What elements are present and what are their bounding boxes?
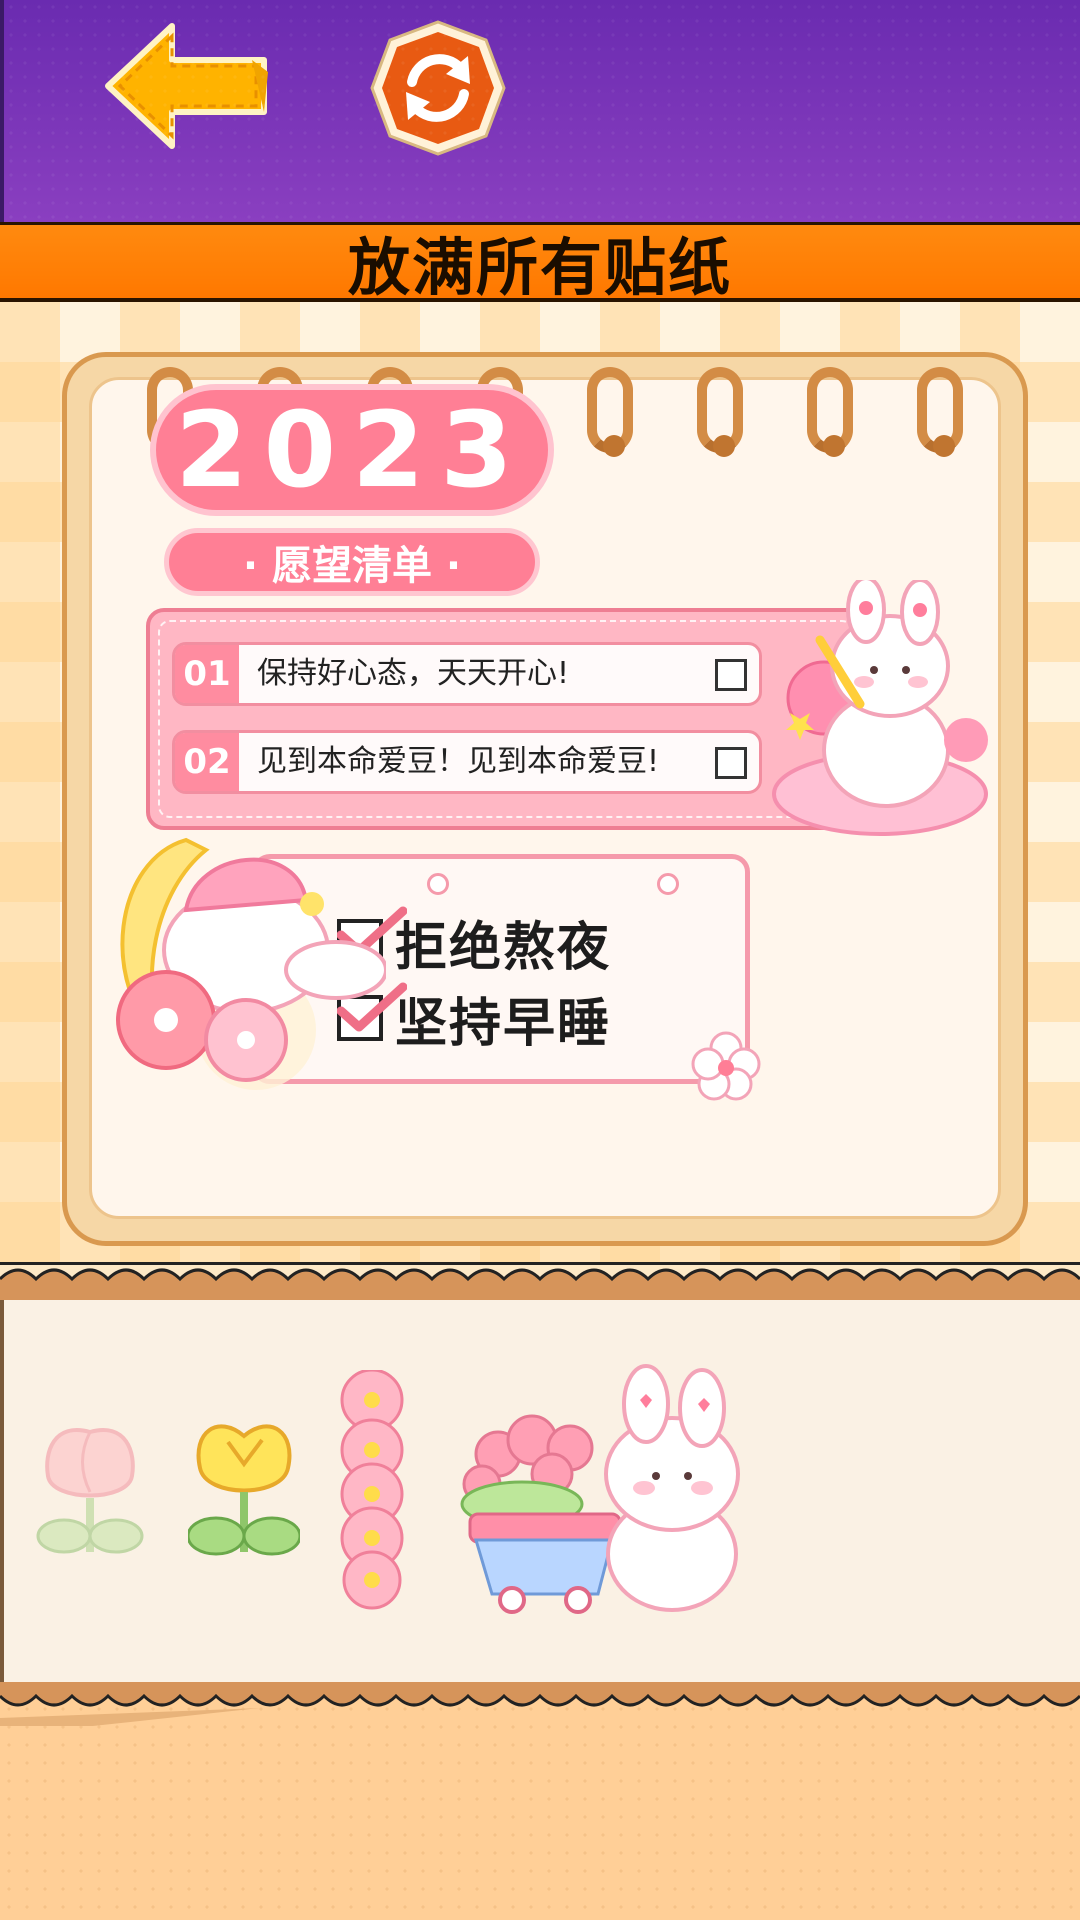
bunny-flower-cart-sticker[interactable] [452,1364,752,1622]
binder-ring [587,367,633,457]
habit-text: 拒绝熬夜 [395,917,612,978]
bunny-pencil-sticker[interactable] [770,580,1000,840]
binder-ring [697,367,743,457]
top-bar [0,0,1080,222]
wish-list-title-label: · 愿望清单 · [242,543,462,589]
sticker-tray [0,1300,1080,1682]
refresh-button[interactable] [368,18,508,158]
sticker-stage: 2023 · 愿望清单 · 01 保持好心态，天天开心! 02 见到本命爱豆！见… [0,302,1080,1262]
wish-row: 02 见到本命爱豆！见到本命爱豆! [172,730,762,794]
wish-list-title: · 愿望清单 · [164,528,540,596]
scallop-decoration [0,1268,1080,1305]
wish-row: 01 保持好心态，天天开心! [172,642,762,706]
back-arrow-icon [105,23,268,149]
habit-text: 坚持早睡 [395,993,612,1054]
yellow-tulip-sticker[interactable] [188,1412,300,1562]
binder-ring [917,367,963,457]
year-badge: 2023 [150,384,554,516]
wish-checkbox[interactable] [715,659,747,691]
back-button[interactable] [102,20,272,152]
pink-flower-column-sticker[interactable] [334,1370,410,1610]
card-pin [657,873,679,895]
page-title: 放满所有贴纸 [347,230,732,304]
tray-border-top [0,1262,1080,1305]
binder-ring [807,367,853,457]
sleeping-bunny-moon-sticker[interactable] [96,830,386,1098]
wish-number: 02 [175,733,239,791]
wish-text: 见到本命爱豆！见到本命爱豆! [257,744,660,779]
wish-checkbox[interactable] [715,747,747,779]
small-flower-sticker[interactable] [690,1030,762,1102]
wish-text: 保持好心态，天天开心! [257,656,570,691]
wish-number: 01 [175,645,239,703]
wish-list-card: 01 保持好心态，天天开心! 02 见到本命爱豆！见到本命爱豆! [146,608,866,830]
year-label: 2023 [175,389,529,511]
refresh-icon [370,20,506,156]
pink-tulip-sticker[interactable] [34,1412,146,1562]
bottom-panel [0,1682,1080,1920]
title-banner: 放满所有贴纸 [0,222,1080,304]
card-pin [427,873,449,895]
scallop-decoration [0,1682,1080,1726]
